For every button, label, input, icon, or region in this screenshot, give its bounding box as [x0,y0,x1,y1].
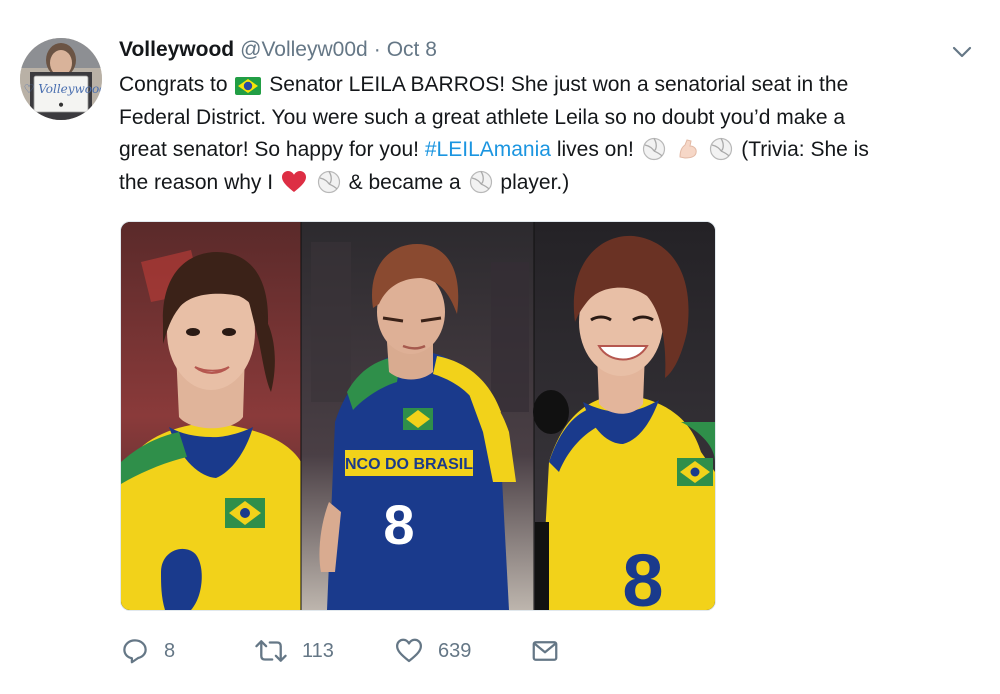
flexed-biceps-icon [676,137,700,172]
tweet-text-segment: lives on! [556,138,634,161]
like-button[interactable]: 639 [394,634,471,668]
photo-panel-3: 8 [533,222,715,610]
avatar-sign-text: I ♡ Volleywood [20,82,102,96]
volleyball-icon [642,137,666,172]
photo-panel-2: NCO DO BRASIL 8 [301,222,534,610]
retweet-button[interactable]: 113 [254,634,334,668]
like-count: 639 [438,639,472,662]
reply-button[interactable]: 8 [120,634,175,668]
red-heart-icon [281,170,307,205]
avatar[interactable]: I ♡ Volleywood ⚫ [20,38,102,120]
jersey-sponsor-text: NCO DO BRASIL [345,456,473,473]
tweet[interactable]: I ♡ Volleywood ⚫ Volleywood @Volleyw00d … [0,0,1000,694]
envelope-icon [530,636,560,666]
tweet-text-segment: the reason why I [119,170,274,194]
tweet-date[interactable]: Oct 8 [387,38,437,62]
tweet-header: Volleywood @Volleyw00d · Oct 8 [119,38,437,66]
tweet-text-segment: player.) [500,170,570,194]
volleyball-icon [469,170,493,205]
retweet-count: 113 [302,639,334,662]
heart-icon [394,636,424,666]
tweet-text-segment: Federal District. You were such a great … [119,105,846,129]
author-handle[interactable]: @Volleyw00d [240,38,368,62]
hashtag-link[interactable]: #LEILAmania [425,138,551,161]
direct-message-button[interactable] [530,634,560,668]
tweet-text-segment: Senator LEILA BARROS! She just won a sen… [269,73,849,96]
header-separator: · [373,38,381,61]
chevron-down-icon[interactable] [950,44,974,60]
volleyball-icon [709,137,733,172]
tweet-text-segment: great senator! So happy for you! [119,138,420,161]
svg-text:⚫: ⚫ [57,101,65,111]
retweet-icon [254,636,288,666]
tweet-text-segment: (Trivia: She is [741,138,869,161]
reply-count: 8 [164,639,176,662]
tweet-text-segment: Congrats to [119,73,228,96]
jersey-number: 8 [622,539,663,610]
volleyball-icon [317,170,341,205]
author-name[interactable]: Volleywood [119,38,234,62]
photo-panel-1 [121,222,301,610]
tweet-text-segment: & became a [348,170,461,194]
jersey-number: 8 [383,493,414,556]
tweet-media-image[interactable]: NCO DO BRASIL 8 8 [120,221,716,611]
reply-icon [120,636,150,666]
tweet-text: Congrats to Senator LEILA BARROS! She ju… [119,69,949,199]
